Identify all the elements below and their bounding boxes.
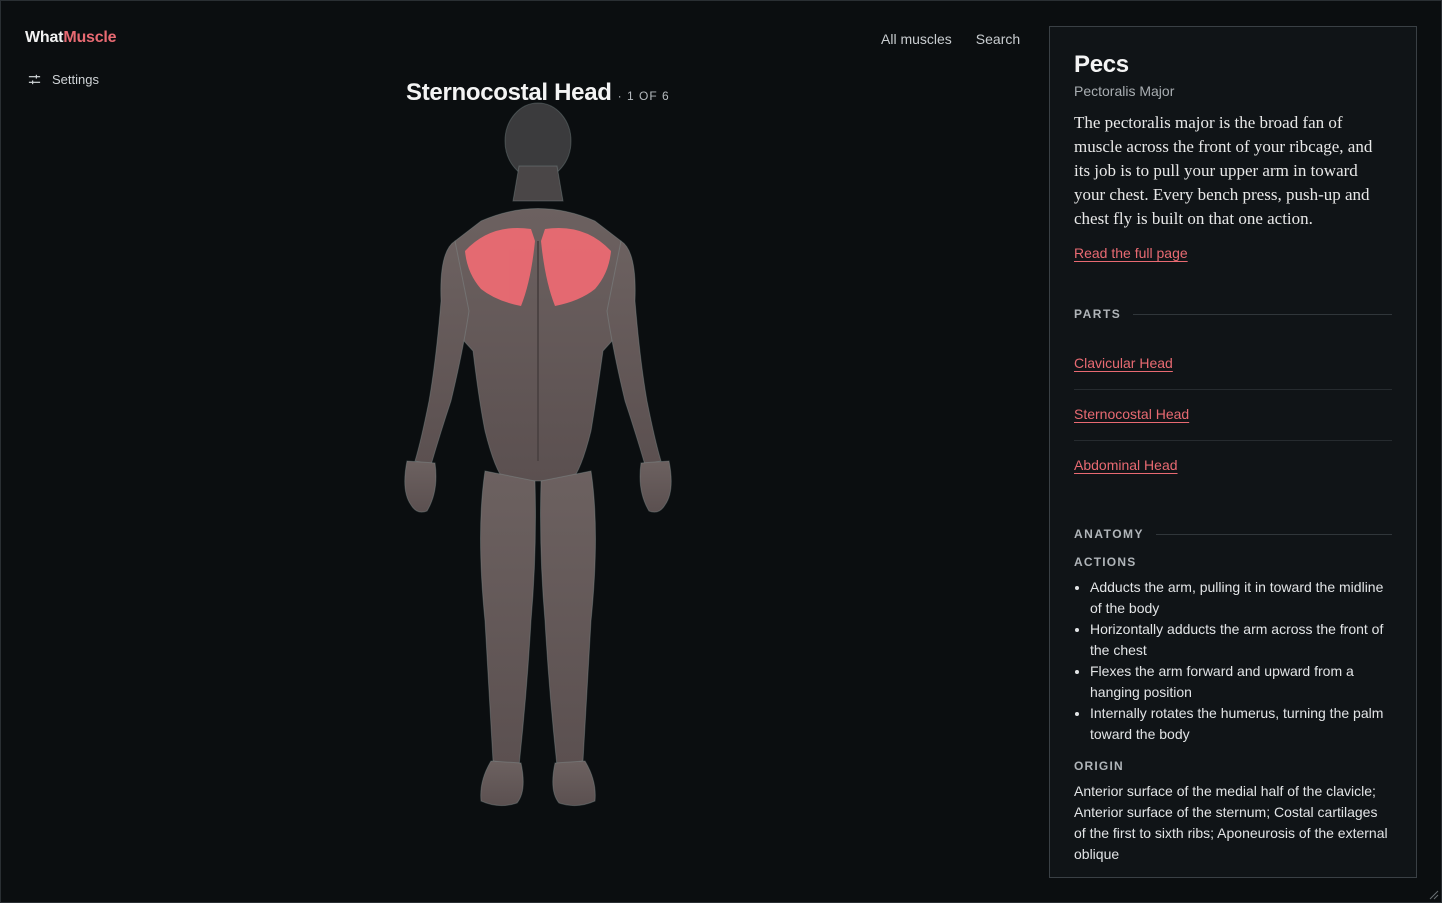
- action-item: Horizontally adducts the arm across the …: [1090, 619, 1392, 661]
- settings-button[interactable]: Settings: [27, 72, 99, 87]
- origin-heading: ORIGIN: [1074, 759, 1124, 773]
- muscle-description: The pectoralis major is the broad fan of…: [1074, 113, 1373, 228]
- nav-search[interactable]: Search: [976, 31, 1020, 47]
- divider: [1156, 533, 1392, 535]
- logo-text-what: What: [25, 29, 64, 46]
- app-logo[interactable]: WhatMuscle: [25, 29, 117, 47]
- actions-list: Adducts the arm, pulling it in toward th…: [1074, 577, 1392, 745]
- settings-label: Settings: [52, 72, 99, 87]
- read-full-page-link[interactable]: Read the full page: [1074, 245, 1188, 261]
- action-item: Adducts the arm, pulling it in toward th…: [1090, 577, 1392, 619]
- muscle-info-panel: Pecs Pectoralis Major The pectoralis maj…: [1049, 26, 1417, 878]
- anatomy-heading-label: ANATOMY: [1074, 527, 1145, 541]
- action-item: Flexes the arm forward and upward from a…: [1090, 661, 1392, 703]
- muscle-subtitle: Pectoralis Major: [1074, 83, 1175, 99]
- resize-handle-icon[interactable]: [1427, 888, 1439, 900]
- nav-all-muscles[interactable]: All muscles: [881, 31, 952, 47]
- parts-list: Clavicular Head Sternocostal Head Abdomi…: [1074, 339, 1392, 491]
- actions-heading: ACTIONS: [1074, 555, 1137, 569]
- logo-text-muscle: Muscle: [63, 29, 117, 46]
- sliders-icon: [28, 74, 41, 85]
- action-item: Internally rotates the humerus, turning …: [1090, 703, 1392, 745]
- muscle-title: Pecs: [1074, 51, 1129, 78]
- part-link-clavicular[interactable]: Clavicular Head: [1074, 355, 1173, 371]
- part-item: Abdominal Head: [1074, 441, 1392, 491]
- part-link-sternocostal[interactable]: Sternocostal Head: [1074, 406, 1189, 422]
- part-link-abdominal[interactable]: Abdominal Head: [1074, 457, 1178, 473]
- parts-heading-label: PARTS: [1074, 307, 1122, 321]
- divider: [1133, 313, 1392, 315]
- part-item: Clavicular Head: [1074, 339, 1392, 390]
- top-nav: All muscles Search: [881, 31, 1020, 47]
- part-item: Sternocostal Head: [1074, 390, 1392, 441]
- parts-heading: PARTS: [1074, 307, 1392, 321]
- origin-text: Anterior surface of the medial half of t…: [1074, 783, 1388, 862]
- body-model[interactable]: [381, 101, 701, 821]
- anatomy-heading: ANATOMY: [1074, 527, 1392, 541]
